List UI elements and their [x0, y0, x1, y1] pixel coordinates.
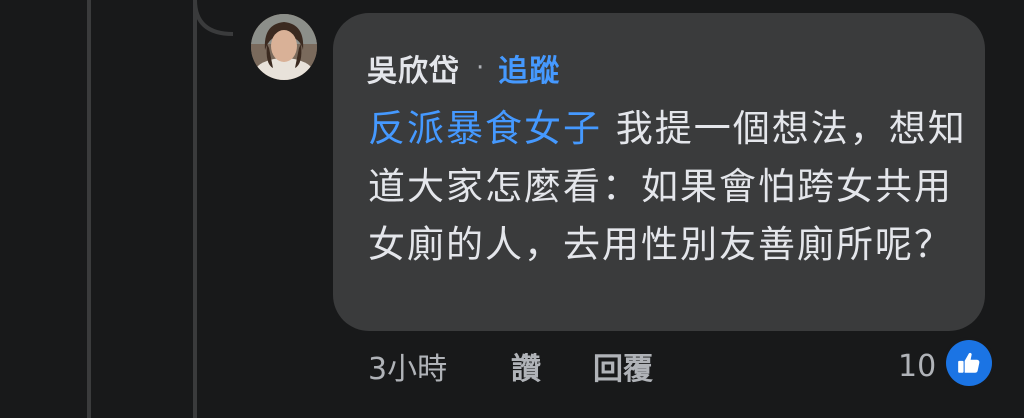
comment-header: 吳欣岱 · 追蹤 [367, 46, 560, 90]
reply-button[interactable]: 回覆 [593, 343, 653, 389]
thread-line-outer [87, 0, 91, 418]
author-name[interactable]: 吳欣岱 [367, 46, 460, 90]
mention-link[interactable]: 反派暴食女子 [368, 107, 602, 150]
follow-link[interactable]: 追蹤 [498, 46, 560, 90]
user-avatar[interactable] [251, 14, 317, 80]
comment-timestamp[interactable]: 3小時 [368, 343, 447, 389]
thumbs-up-glyph [958, 352, 980, 373]
reaction-count[interactable]: 10 [898, 343, 936, 389]
avatar-image [251, 14, 317, 80]
thread-line-inner [193, 0, 197, 418]
thumbs-up-icon[interactable] [946, 340, 992, 386]
separator-dot: · [476, 53, 485, 83]
comment-body: 反派暴食女子 我提一個想法，想知道大家怎麼看：如果會怕跨女共用女廁的人，去用性別… [368, 100, 968, 274]
thread-connector [193, 0, 234, 36]
like-button[interactable]: 讚 [511, 343, 541, 389]
